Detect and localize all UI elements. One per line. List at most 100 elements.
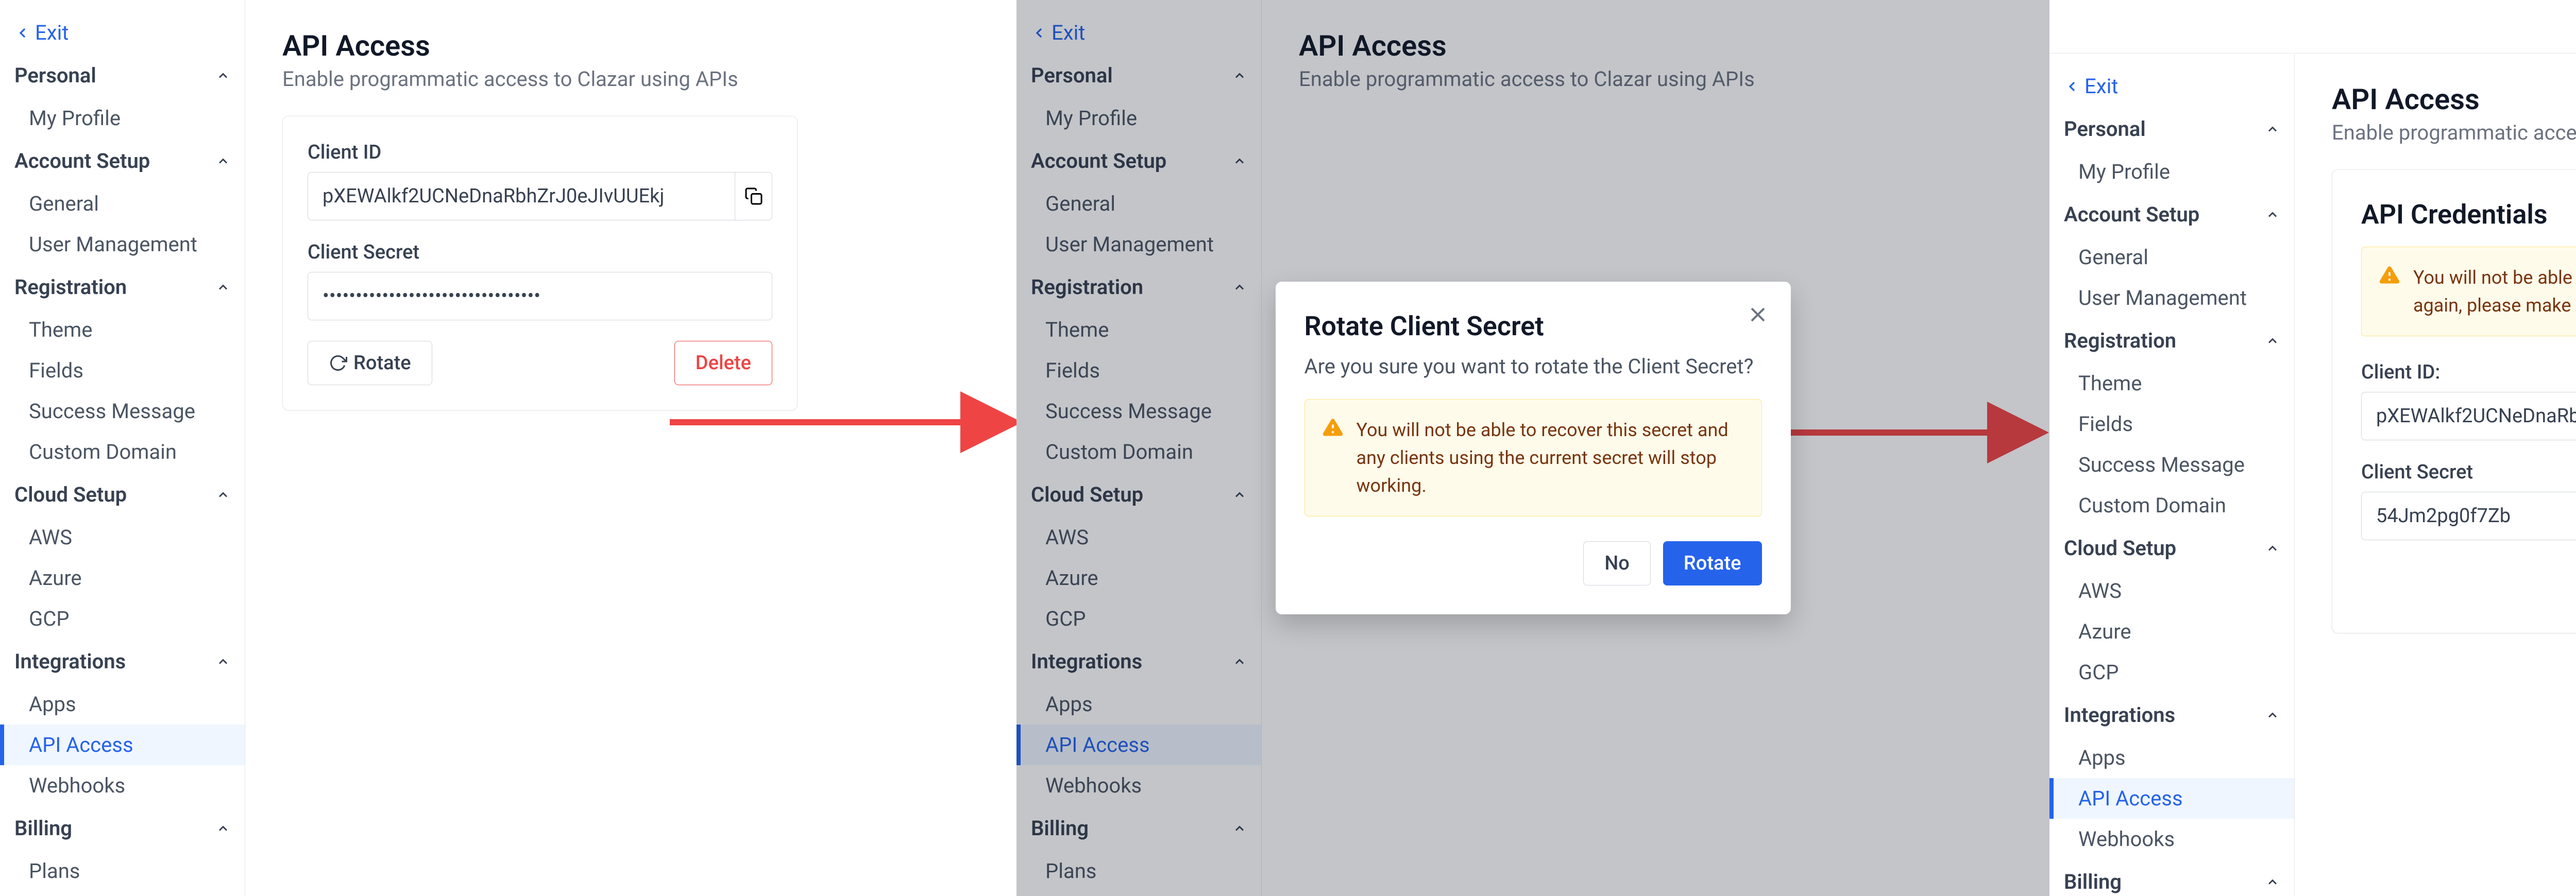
warning-text: You will not be able to reveal this clie…	[2413, 264, 2576, 319]
sidebar: Exit Personal My Profile Account Setup G…	[0, 0, 245, 896]
section-header-personal[interactable]: Personal	[0, 53, 245, 98]
modal-overlay[interactable]: Rotate Client Secret Are you sure you wa…	[1016, 0, 2049, 896]
sidebar-item-webhooks[interactable]: Webhooks	[2049, 819, 2294, 859]
warning-box: You will not be able to reveal this clie…	[2361, 247, 2576, 336]
sidebar-item-webhooks[interactable]: Webhooks	[0, 765, 245, 806]
sidebar-item-theme[interactable]: Theme	[2049, 363, 2294, 404]
warning-icon	[1321, 416, 1344, 439]
sidebar: Exit Personal My Profile Account Setup G…	[2049, 54, 2295, 896]
section-header-registration[interactable]: Registration	[0, 265, 245, 309]
sidebar-item-custom-domain[interactable]: Custom Domain	[0, 432, 245, 472]
sidebar-item-my-profile[interactable]: My Profile	[0, 98, 245, 139]
chevron-up-icon	[2265, 875, 2280, 889]
nav-section-integrations: Integrations Apps API Access Webhooks	[0, 639, 245, 806]
sidebar-item-my-profile[interactable]: My Profile	[2049, 151, 2294, 192]
chevron-left-icon	[14, 25, 31, 41]
section-header-cloud-setup[interactable]: Cloud Setup	[0, 472, 245, 517]
sidebar-item-gcp[interactable]: GCP	[0, 598, 245, 639]
section-header-integrations[interactable]: Integrations	[0, 639, 245, 684]
page-title: API Access	[2332, 82, 2576, 116]
client-secret-label: Client Secret	[308, 241, 772, 264]
modal-rotate-button[interactable]: Rotate	[1663, 541, 1762, 585]
warning-box: You will not be able to recover this sec…	[1304, 399, 1762, 516]
sidebar-item-fields[interactable]: Fields	[2049, 404, 2294, 444]
exit-label: Exit	[2084, 74, 2118, 98]
credentials-title: API Credentials	[2361, 199, 2576, 230]
chevron-up-icon	[2265, 708, 2280, 722]
client-id-input[interactable]	[308, 172, 735, 220]
nav-section-personal: Personal My Profile	[0, 53, 245, 139]
chevron-up-icon	[2265, 122, 2280, 136]
copy-icon	[744, 187, 763, 205]
page-subtitle: Enable programmatic access to Clazar usi…	[282, 67, 979, 91]
delete-button[interactable]: Delete	[674, 341, 772, 385]
sidebar-item-general[interactable]: General	[0, 183, 245, 224]
credentials-card: Client ID Client Secret Rotate Delete	[282, 116, 798, 410]
sidebar-item-general[interactable]: General	[2049, 237, 2294, 278]
client-id-label: Client ID	[308, 141, 772, 164]
section-header-personal[interactable]: Personal	[2049, 107, 2294, 151]
exit-link[interactable]: Exit	[0, 12, 245, 53]
sidebar-item-api-access[interactable]: API Access	[0, 725, 245, 765]
modal-no-button[interactable]: No	[1583, 541, 1651, 585]
sidebar-item-apps[interactable]: Apps	[0, 684, 245, 725]
rotate-button[interactable]: Rotate	[308, 341, 432, 385]
chevron-up-icon	[2265, 208, 2280, 222]
sidebar-item-fields[interactable]: Fields	[0, 350, 245, 391]
chevron-left-icon	[2064, 78, 2080, 95]
nav-section-account-setup: Account Setup General User Management	[0, 139, 245, 265]
chevron-up-icon	[216, 68, 230, 83]
sidebar-item-plans[interactable]: Plans	[0, 851, 245, 891]
section-header-registration[interactable]: Registration	[2049, 318, 2294, 363]
sidebar-item-azure[interactable]: Azure	[0, 558, 245, 598]
copy-client-id-button[interactable]	[735, 172, 772, 220]
modal-title: Rotate Client Secret	[1304, 311, 1762, 342]
main-content: API Access Enable programmatic access to…	[2295, 54, 2576, 896]
sidebar-item-api-access[interactable]: API Access	[2049, 778, 2294, 819]
section-header-account-setup[interactable]: Account Setup	[0, 139, 245, 183]
exit-label: Exit	[35, 21, 69, 45]
sidebar-item-success-message[interactable]: Success Message	[2049, 444, 2294, 485]
sidebar-item-aws[interactable]: AWS	[2049, 571, 2294, 611]
api-credentials-card: API Credentials You will not be able to …	[2332, 169, 2576, 633]
client-id-input[interactable]	[2361, 392, 2576, 440]
sidebar-item-apps[interactable]: Apps	[2049, 737, 2294, 778]
section-header-billing[interactable]: Billing	[2049, 859, 2294, 896]
chevron-up-icon	[216, 821, 230, 836]
page-title: API Access	[282, 29, 979, 63]
chevron-up-icon	[216, 280, 230, 295]
chevron-up-icon	[216, 154, 230, 168]
client-secret-left[interactable]: 54Jm2pg0f7Zb	[2361, 492, 2576, 540]
sidebar-item-success-message[interactable]: Success Message	[0, 391, 245, 432]
client-secret-input[interactable]	[308, 272, 772, 320]
modal-question: Are you sure you want to rotate the Clie…	[1304, 354, 1762, 378]
exit-link[interactable]: Exit	[2049, 66, 2294, 107]
nav-section-registration: Registration Theme Fields Success Messag…	[0, 265, 245, 472]
sidebar-item-azure[interactable]: Azure	[2049, 611, 2294, 652]
sidebar-item-custom-domain[interactable]: Custom Domain	[2049, 485, 2294, 526]
sidebar-item-user-management[interactable]: User Management	[0, 224, 245, 265]
section-header-billing[interactable]: Billing	[0, 806, 245, 851]
topbar: ? S	[2049, 0, 2576, 54]
sidebar-item-aws[interactable]: AWS	[0, 517, 245, 558]
rotate-secret-modal: Rotate Client Secret Are you sure you wa…	[1276, 282, 1791, 614]
section-header-integrations[interactable]: Integrations	[2049, 693, 2294, 737]
warning-icon	[2378, 264, 2401, 286]
section-header-account-setup[interactable]: Account Setup	[2049, 192, 2294, 237]
client-secret-label: Client Secret	[2361, 461, 2576, 484]
section-header-cloud-setup[interactable]: Cloud Setup	[2049, 526, 2294, 571]
chevron-up-icon	[2265, 541, 2280, 556]
sidebar-item-user-management[interactable]: User Management	[2049, 278, 2294, 318]
chevron-up-icon	[216, 654, 230, 669]
close-icon	[1745, 302, 1770, 327]
page-subtitle: Enable programmatic access to Clazar usi…	[2332, 120, 2576, 145]
chevron-up-icon	[2265, 334, 2280, 348]
modal-close-button[interactable]	[1745, 302, 1770, 327]
sidebar-item-gcp[interactable]: GCP	[2049, 652, 2294, 693]
chevron-up-icon	[216, 488, 230, 502]
rotate-icon	[329, 354, 347, 372]
sidebar-item-theme[interactable]: Theme	[0, 309, 245, 350]
main-content: API Access Enable programmatic access to…	[245, 0, 1016, 896]
nav-section-billing: Billing Plans	[0, 806, 245, 891]
warning-text: You will not be able to recover this sec…	[1357, 416, 1745, 499]
